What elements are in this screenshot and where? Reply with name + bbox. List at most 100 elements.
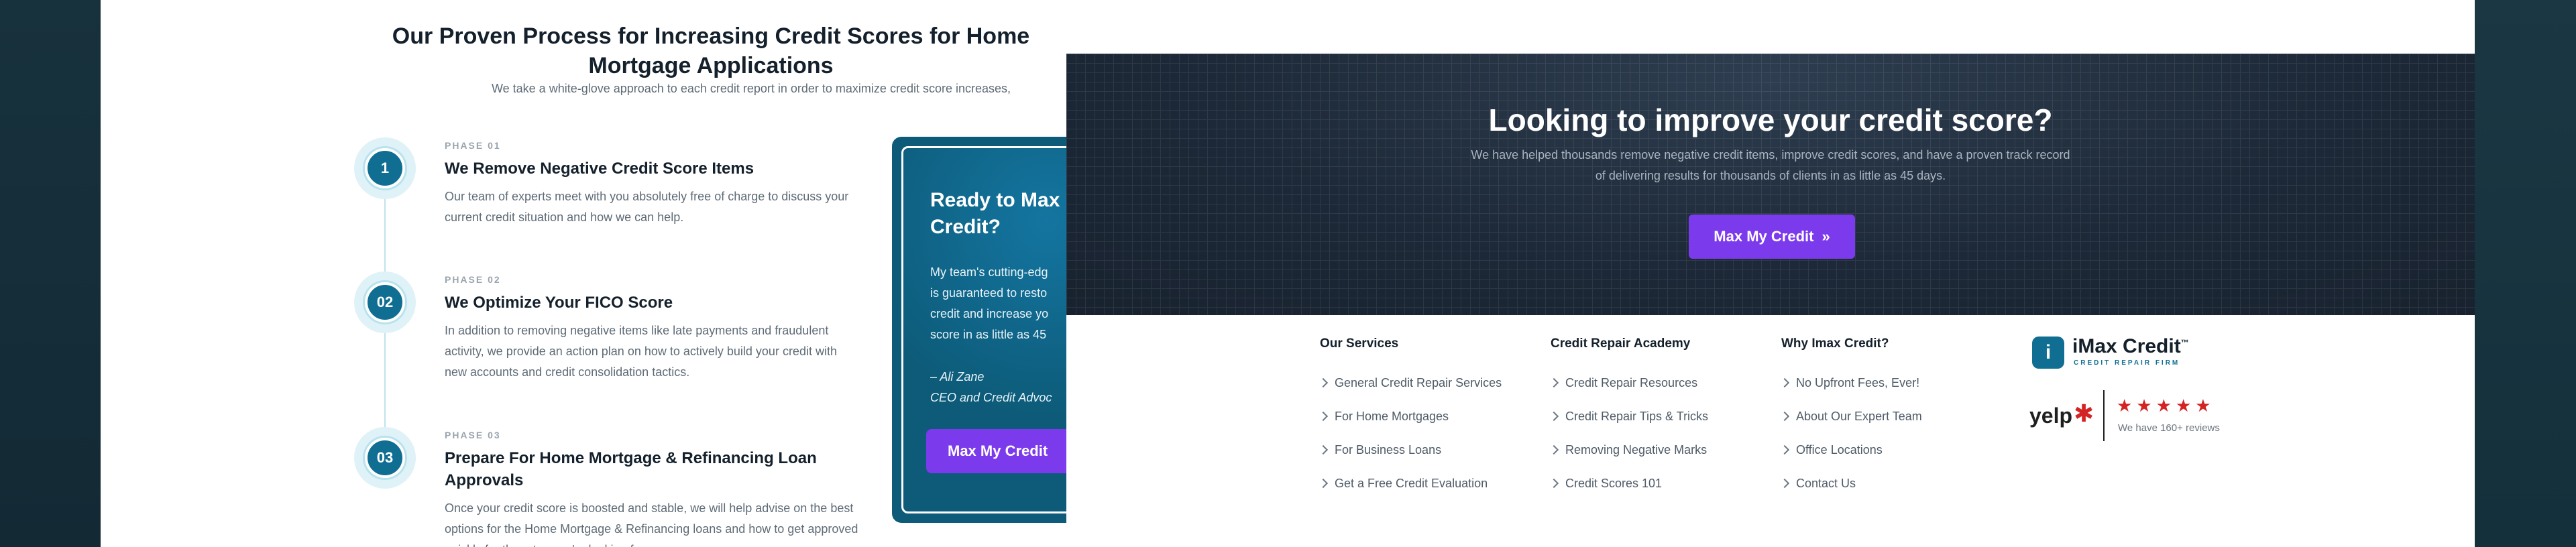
yelp-review-count: We have 160+ reviews	[2118, 422, 2220, 434]
phase-badge: 02	[354, 271, 416, 333]
footer-link-label: Get a Free Credit Evaluation	[1335, 476, 1488, 490]
page-background-left	[0, 0, 101, 547]
brand-logo-link[interactable]: i iMax Credit™ CREDIT REPAIR FIRM	[2032, 335, 2206, 377]
footer-link[interactable]: For Business Loans	[1318, 433, 1502, 467]
footer-link-label: No Upfront Fees, Ever!	[1796, 375, 1920, 389]
footer-link[interactable]: For Home Mortgages	[1318, 400, 1502, 433]
cta-card-body-line: is guaranteed to resto	[930, 286, 1048, 300]
process-section: Our Proven Process for Increasing Credit…	[101, 0, 1066, 547]
footer-link-label: Credit Repair Tips & Tricks	[1565, 409, 1709, 423]
phase-description: Once your credit score is boosted and st…	[445, 501, 858, 547]
footer-link-label: Contact Us	[1796, 476, 1856, 490]
footer-link[interactable]: About Our Expert Team	[1779, 400, 1922, 433]
cta-card-title-line: Credit?	[930, 216, 1001, 238]
footer-link-label: For Business Loans	[1335, 442, 1442, 457]
yelp-reviews-badge[interactable]: yelp ✱ ★ ★ ★ ★ ★ We have 160+ reviews	[2029, 390, 2257, 444]
chevron-right-icon	[1779, 411, 1790, 422]
footer-link[interactable]: Get a Free Credit Evaluation	[1318, 467, 1502, 500]
hero-button-label: Max My Credit	[1714, 228, 1814, 245]
brand-tagline: CREDIT REPAIR FIRM	[2074, 359, 2180, 367]
cta-card-quote: – Ali Zane CEO and Credit Advoc	[930, 367, 1052, 408]
brand-name-text: iMax Credit	[2072, 335, 2181, 357]
chevron-right-icon	[1549, 377, 1559, 388]
footer-link-label: General Credit Repair Services	[1335, 375, 1502, 389]
phase-heading: Prepare For Home Mortgage & Refinancing …	[445, 449, 817, 489]
imax-logo-icon: i	[2032, 337, 2064, 369]
process-title: Our Proven Process for Increasing Credit…	[392, 23, 1030, 78]
phase-number: 02	[365, 282, 405, 322]
chevron-right-icon	[1318, 411, 1329, 422]
chevron-right-icon	[1318, 478, 1329, 489]
chevron-right-icon	[1779, 444, 1790, 455]
cta-card-body-line: score in as little as 45	[930, 328, 1047, 341]
max-my-credit-button[interactable]: Max My Credit	[926, 429, 1066, 473]
chevron-right-icon	[1549, 444, 1559, 455]
footer-page: Looking to improve your credit score? We…	[1066, 0, 2475, 547]
chevron-right-icon	[1779, 377, 1790, 388]
footer-column-title: Our Services	[1320, 337, 1399, 351]
chevron-right-icon	[1549, 411, 1559, 422]
hero-title: Looking to improve your credit score?	[1488, 103, 2053, 137]
footer-column-services: Our Services General Credit Repair Servi…	[1318, 337, 1502, 500]
phase-heading: We Optimize Your FICO Score	[445, 294, 673, 312]
footer-column-academy: Credit Repair Academy Credit Repair Reso…	[1549, 337, 1709, 500]
hero-description: We have helped thousands remove negative…	[1471, 148, 2070, 182]
yelp-divider	[2103, 390, 2105, 441]
cta-card-body-line: My team's cutting-edg	[930, 265, 1048, 279]
phase-number: 03	[365, 438, 405, 478]
chevron-right-icon	[1318, 377, 1329, 388]
chevron-right-icon	[1549, 478, 1559, 489]
footer-link[interactable]: Office Locations	[1779, 433, 1922, 467]
phase-description: In addition to removing negative items l…	[445, 324, 837, 379]
cta-card: Ready to Max Credit? My team's cutting-e…	[892, 137, 1066, 523]
cta-hero: Looking to improve your credit score? We…	[1066, 54, 2475, 315]
footer-column-title: Why Imax Credit?	[1781, 337, 1889, 351]
trademark-symbol: ™	[2180, 338, 2189, 347]
star-icon: ★	[2155, 396, 2172, 416]
chevron-right-icon	[1318, 444, 1329, 455]
yelp-burst-icon: ✱	[2074, 400, 2094, 427]
star-icon: ★	[2195, 396, 2211, 416]
footer-link[interactable]: No Upfront Fees, Ever!	[1779, 366, 1922, 400]
phase-label: PHASE 01	[445, 140, 501, 151]
footer-link-label: Office Locations	[1796, 442, 1883, 457]
phase-number: 1	[365, 148, 405, 188]
footer-link-label: Credit Scores 101	[1565, 476, 1663, 490]
quote-author: – Ali Zane	[930, 370, 985, 383]
footer-link[interactable]: General Credit Repair Services	[1318, 366, 1502, 400]
footer-link[interactable]: Credit Scores 101	[1549, 467, 1708, 500]
star-icon: ★	[2117, 396, 2133, 416]
footer-link-label: About Our Expert Team	[1796, 409, 1922, 423]
phase-description: Our team of experts meet with you absolu…	[445, 190, 849, 224]
footer-column-title: Credit Repair Academy	[1551, 337, 1691, 351]
brand-name: iMax Credit™	[2072, 335, 2189, 358]
process-subtitle: We take a white-glove approach to each c…	[491, 82, 1011, 95]
chevron-right-icon	[1779, 478, 1790, 489]
footer-link[interactable]: Contact Us	[1779, 467, 1922, 500]
page-background-right	[2475, 0, 2576, 547]
footer-link-label: Credit Repair Resources	[1565, 375, 1698, 389]
footer-link-label: Removing Negative Marks	[1565, 442, 1707, 457]
double-chevron-right-icon: »	[1822, 228, 1830, 245]
footer-link[interactable]: Removing Negative Marks	[1549, 433, 1708, 467]
footer-link[interactable]: Credit Repair Resources	[1549, 366, 1708, 400]
yelp-wordmark: yelp	[2029, 404, 2073, 428]
cta-card-title: Ready to Max Credit?	[930, 187, 1066, 241]
phase-label: PHASE 03	[445, 430, 501, 440]
quote-role: CEO and Credit Advoc	[930, 391, 1052, 404]
star-icon: ★	[2136, 396, 2152, 416]
phase-badge: 03	[354, 427, 416, 489]
site-footer: Our Services General Credit Repair Servi…	[1066, 315, 2475, 547]
footer-column-why: Why Imax Credit? No Upfront Fees, Ever! …	[1779, 337, 1922, 500]
hero-max-my-credit-button[interactable]: Max My Credit »	[1689, 215, 1855, 259]
phase-label: PHASE 02	[445, 274, 501, 285]
phase-heading: We Remove Negative Credit Score Items	[445, 160, 754, 178]
cta-card-body-line: credit and increase yo	[930, 307, 1049, 320]
star-icon: ★	[2175, 396, 2192, 416]
cta-card-title-line: Ready to Max	[930, 189, 1060, 211]
footer-link-label: For Home Mortgages	[1335, 409, 1449, 423]
star-rating: ★ ★ ★ ★ ★	[2117, 397, 2211, 414]
phase-badge: 1	[354, 137, 416, 199]
footer-link[interactable]: Credit Repair Tips & Tricks	[1549, 400, 1709, 433]
cta-card-body: My team's cutting-edg is guaranteed to r…	[930, 262, 1066, 345]
